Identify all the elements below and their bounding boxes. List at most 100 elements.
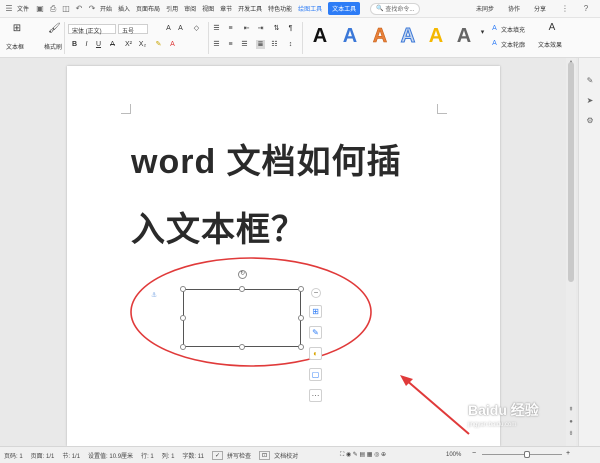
fill-icon[interactable]: ◐ bbox=[309, 347, 322, 360]
resize-handle[interactable] bbox=[298, 286, 304, 292]
pen-icon[interactable]: ✎ bbox=[585, 76, 595, 86]
vertical-scrollbar[interactable]: ▴ ⇞ ● ⇟ bbox=[566, 58, 576, 446]
resize-handle[interactable] bbox=[239, 344, 245, 350]
tab-text-tools[interactable]: 文本工具 bbox=[328, 2, 361, 15]
justify-icon[interactable]: ≣ bbox=[256, 40, 265, 49]
wordart-more-icon[interactable]: ▾ bbox=[478, 28, 487, 37]
settings-icon[interactable]: ⚙ bbox=[585, 116, 595, 126]
text-outline-icon[interactable]: A bbox=[490, 39, 499, 48]
collapse-icon[interactable]: − bbox=[311, 288, 321, 298]
menu-icon[interactable]: ☰ bbox=[4, 4, 14, 14]
textbox-label[interactable]: 文本框 bbox=[6, 42, 24, 51]
tab-developer[interactable]: 开发工具 bbox=[238, 4, 262, 13]
italic-icon[interactable]: I bbox=[82, 40, 91, 49]
scroll-thumb[interactable] bbox=[568, 62, 574, 282]
number-list-icon[interactable]: ≡ bbox=[226, 24, 235, 33]
distribute-icon[interactable]: ☷ bbox=[270, 40, 279, 49]
spell-check-icon[interactable]: ✓ bbox=[211, 450, 224, 460]
indent-icon[interactable]: ⇥ bbox=[256, 24, 265, 33]
status-page-number[interactable]: 页码: 1 bbox=[4, 451, 23, 460]
format-brush-icon[interactable]: 🖌 bbox=[48, 24, 61, 36]
status-word-count[interactable]: 字数: 11 bbox=[182, 451, 204, 460]
textbox-icon[interactable]: ⊞ bbox=[10, 24, 24, 36]
view-mode-icons[interactable]: ⛶ ◉ ✎ ▤ ▦ ◎ ⊕ bbox=[340, 451, 386, 459]
share-button[interactable]: 分享 bbox=[534, 4, 546, 13]
tab-features[interactable]: 特色功能 bbox=[268, 4, 292, 13]
resize-handle[interactable] bbox=[239, 286, 245, 292]
wordart-style-6[interactable]: A bbox=[452, 24, 476, 48]
text-fill-label[interactable]: 文本填充 bbox=[501, 25, 525, 34]
zoom-level[interactable]: 100% bbox=[446, 452, 461, 458]
text-fill-icon[interactable]: A bbox=[490, 24, 499, 33]
undo-icon[interactable]: ↶ bbox=[74, 4, 84, 14]
bullet-list-icon[interactable]: ☰ bbox=[212, 24, 221, 33]
wordart-style-2[interactable]: A bbox=[338, 24, 362, 48]
tab-references[interactable]: 引用 bbox=[166, 4, 178, 13]
redo-icon[interactable]: ↷ bbox=[87, 4, 97, 14]
outdent-icon[interactable]: ⇤ bbox=[242, 24, 251, 33]
tab-review[interactable]: 审阅 bbox=[184, 4, 196, 13]
inserted-textbox[interactable] bbox=[183, 289, 301, 347]
status-doc-proof[interactable]: 文档校对 bbox=[274, 451, 298, 460]
resize-handle[interactable] bbox=[180, 344, 186, 350]
bold-icon[interactable]: B bbox=[70, 40, 79, 49]
subscript-icon[interactable]: X₂ bbox=[138, 40, 147, 49]
status-setting[interactable]: 设置值: 10.9厘米 bbox=[88, 451, 133, 460]
clear-format-icon[interactable]: ◇ bbox=[192, 24, 201, 33]
wordart-style-4[interactable]: A bbox=[396, 24, 420, 48]
more-icon[interactable]: ⋮ bbox=[560, 4, 570, 14]
line-spacing-icon[interactable]: ↕ bbox=[286, 40, 295, 49]
next-page-icon[interactable]: ⇟ bbox=[567, 430, 575, 438]
resize-handle[interactable] bbox=[180, 315, 186, 321]
tab-insert[interactable]: 插入 bbox=[118, 4, 130, 13]
preview-icon[interactable]: ◫ bbox=[61, 4, 71, 14]
rotate-handle[interactable]: ↻ bbox=[238, 270, 247, 279]
prev-page-icon[interactable]: ⇞ bbox=[567, 406, 575, 414]
more-options-icon[interactable]: ⋯ bbox=[309, 389, 322, 402]
doc-proof-icon[interactable]: ⊡ bbox=[259, 450, 271, 460]
tab-view[interactable]: 视图 bbox=[202, 4, 214, 13]
save-icon[interactable]: ▣ bbox=[35, 4, 45, 14]
tab-section[interactable]: 章节 bbox=[220, 4, 232, 13]
grow-font-icon[interactable]: A bbox=[164, 24, 173, 33]
layout-icon[interactable]: ⊞ bbox=[309, 305, 322, 318]
wordart-style-1[interactable]: A bbox=[308, 24, 332, 48]
sort-icon[interactable]: ⇅ bbox=[272, 24, 281, 33]
highlight-icon[interactable]: ✎ bbox=[154, 40, 163, 49]
wordart-style-5[interactable]: A bbox=[424, 24, 448, 48]
zoom-in-icon[interactable]: + bbox=[566, 450, 570, 457]
status-spell-check[interactable]: 拼写检查 bbox=[227, 451, 251, 460]
status-pages[interactable]: 页面: 1/1 bbox=[31, 451, 55, 460]
status-section[interactable]: 节: 1/1 bbox=[62, 451, 80, 460]
strikethrough-icon[interactable]: A bbox=[108, 40, 117, 49]
select-browse-icon[interactable]: ● bbox=[567, 418, 575, 426]
command-search[interactable]: 🔍 查找命令... bbox=[370, 2, 421, 15]
format-brush-label[interactable]: 格式刷 bbox=[44, 42, 62, 51]
collab-button[interactable]: 协作 bbox=[508, 4, 520, 13]
wordart-style-3[interactable]: A bbox=[368, 24, 392, 48]
outline-icon[interactable]: ▢ bbox=[309, 368, 322, 381]
font-name-select[interactable]: 宋体 (正文) bbox=[68, 24, 116, 35]
text-effect-label[interactable]: 文本效果 bbox=[538, 40, 562, 49]
zoom-out-icon[interactable]: − bbox=[472, 450, 476, 457]
zoom-slider[interactable]: − + bbox=[462, 450, 572, 459]
underline-icon[interactable]: U bbox=[94, 40, 103, 49]
shrink-font-icon[interactable]: A bbox=[176, 24, 185, 33]
text-effect-icon[interactable]: A bbox=[546, 23, 558, 35]
resize-handle[interactable] bbox=[298, 344, 304, 350]
tab-drawing-tools[interactable]: 绘图工具 bbox=[298, 4, 322, 13]
tab-start[interactable]: 开始 bbox=[100, 4, 112, 13]
resize-handle[interactable] bbox=[180, 286, 186, 292]
print-icon[interactable]: ⎙ bbox=[48, 4, 58, 14]
edit-icon[interactable]: ✎ bbox=[309, 326, 322, 339]
font-color-icon[interactable]: A bbox=[168, 40, 177, 49]
show-marks-icon[interactable]: ¶ bbox=[286, 24, 295, 33]
font-size-select[interactable]: 五号 bbox=[118, 24, 148, 35]
tab-page-layout[interactable]: 页面布局 bbox=[136, 4, 160, 13]
zoom-track[interactable] bbox=[482, 454, 562, 455]
cursor-icon[interactable]: ➤ bbox=[585, 96, 595, 106]
superscript-icon[interactable]: X² bbox=[124, 40, 133, 49]
text-outline-label[interactable]: 文本轮廓 bbox=[501, 40, 525, 49]
resize-handle[interactable] bbox=[298, 315, 304, 321]
document-page[interactable]: word 文档如何插 入文本框？ ⚓ ↻ − ⊞ ✎ ◐ ▢ ⋯ bbox=[67, 66, 500, 446]
